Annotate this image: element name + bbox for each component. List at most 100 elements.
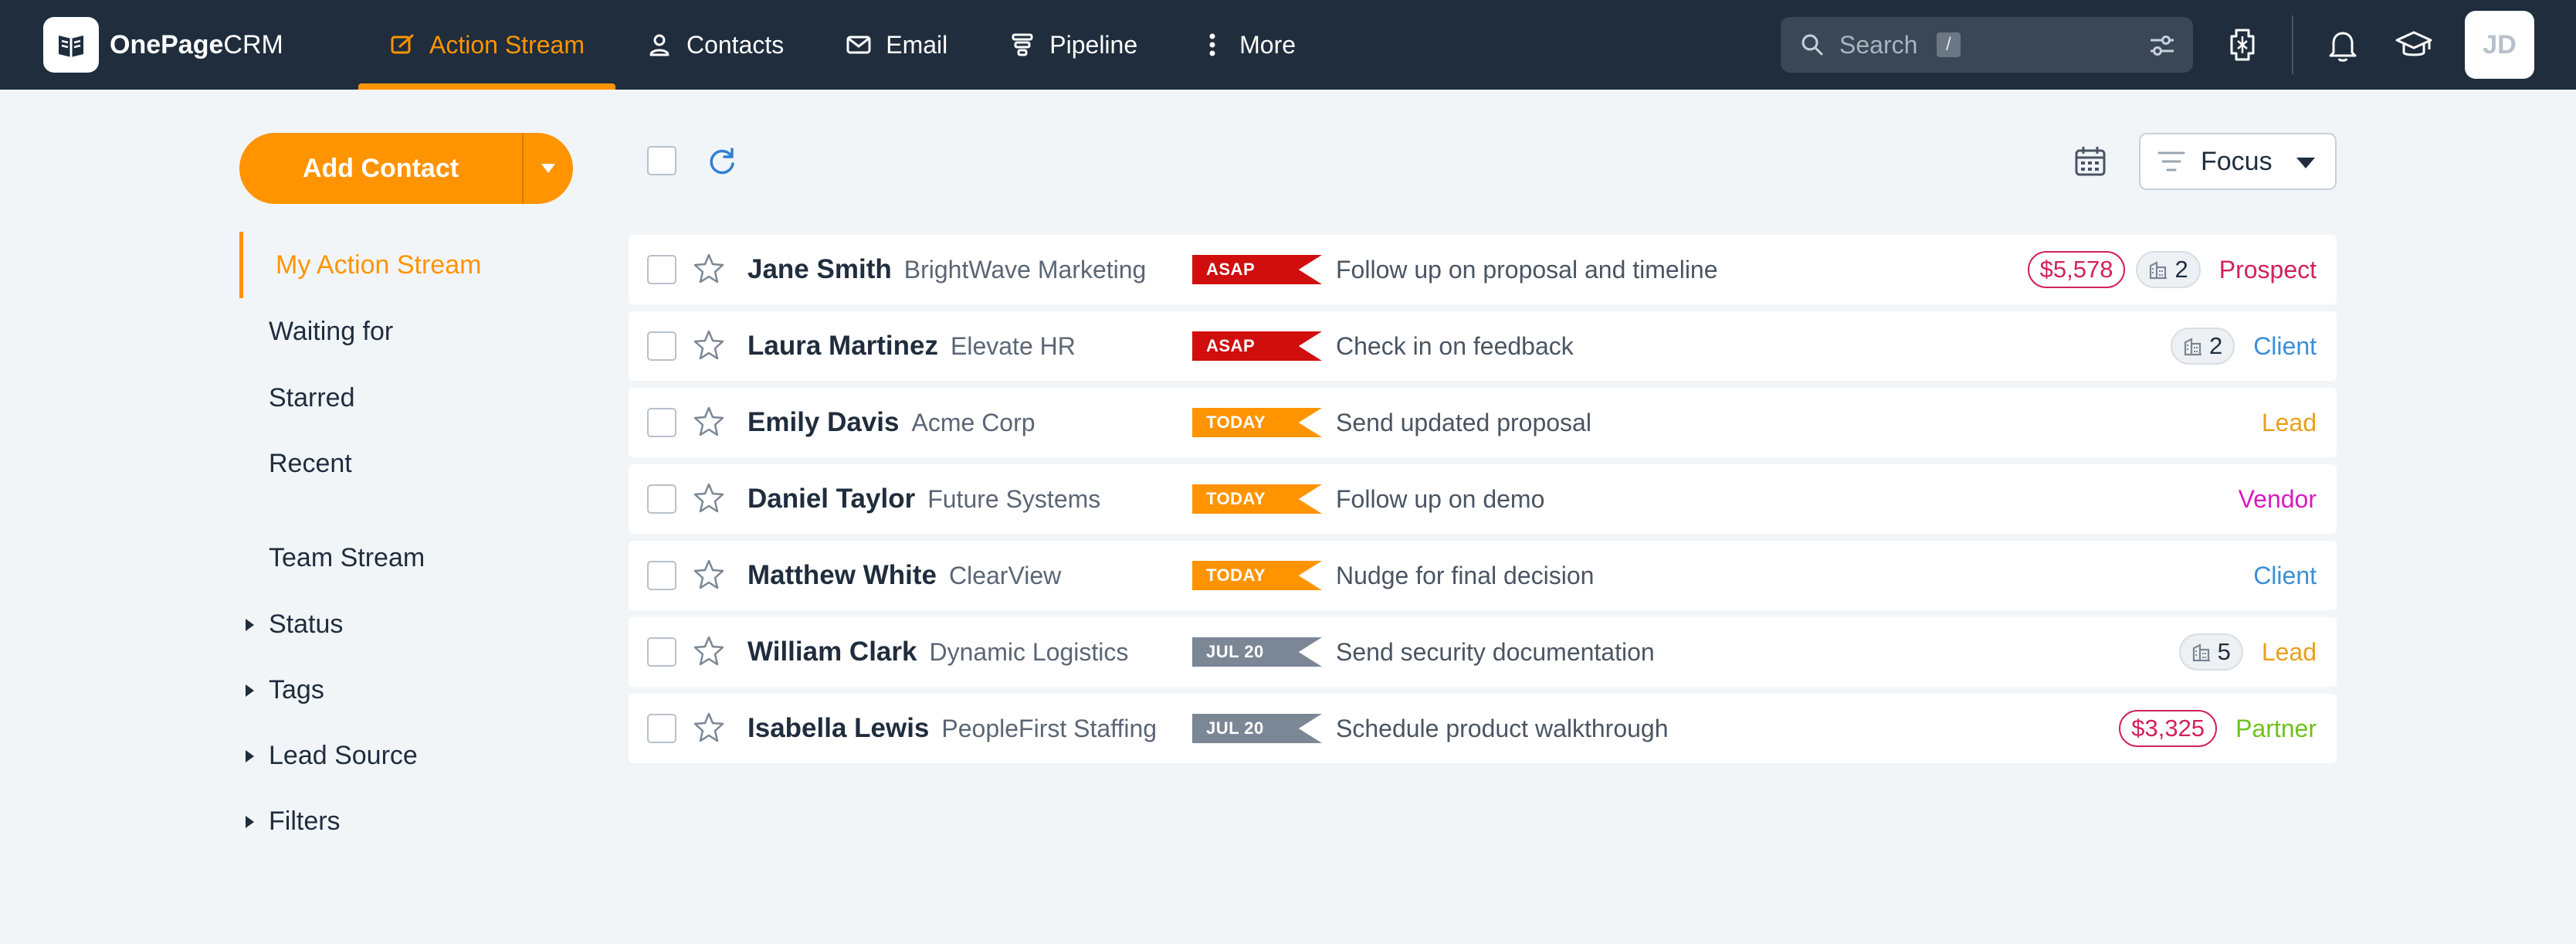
row-checkbox[interactable] xyxy=(647,255,676,284)
user-avatar[interactable]: JD xyxy=(2465,11,2534,79)
nav-pipeline[interactable]: Pipeline xyxy=(978,0,1168,90)
nav-action-stream[interactable]: Action Stream xyxy=(358,0,615,90)
star-icon[interactable] xyxy=(692,634,726,668)
row-checkbox[interactable] xyxy=(647,408,676,437)
table-row[interactable]: Emily Davis Acme Corp TODAY Send updated… xyxy=(629,388,2337,457)
table-row[interactable]: Isabella Lewis PeopleFirst Staffing JUL … xyxy=(629,694,2337,763)
deal-amount-badge[interactable]: $5,578 xyxy=(2027,251,2126,288)
star-icon[interactable] xyxy=(692,558,726,592)
star-icon[interactable] xyxy=(692,328,726,362)
table-row[interactable]: Jane Smith BrightWave Marketing ASAP Fol… xyxy=(629,235,2337,304)
next-action-text[interactable]: Nudge for final decision xyxy=(1336,541,1594,610)
contact-info: Matthew White ClearView xyxy=(747,541,1061,610)
count-value: 2 xyxy=(2208,332,2223,359)
sidebar-item-starred[interactable]: Starred xyxy=(239,365,564,431)
refresh-icon[interactable] xyxy=(704,144,740,179)
select-all-checkbox[interactable] xyxy=(647,146,676,175)
focus-label: Focus xyxy=(2201,146,2273,176)
next-action-text[interactable]: Follow up on demo xyxy=(1336,464,1544,534)
sidebar-item-waiting-for[interactable]: Waiting for xyxy=(239,298,564,365)
table-row[interactable]: William Clark Dynamic Logistics JUL 20 S… xyxy=(629,617,2337,687)
filter-lines-icon xyxy=(2157,151,2185,171)
company-name: Elevate HR xyxy=(951,331,1076,360)
expand-triangle-icon xyxy=(246,816,254,828)
contact-name[interactable]: Jane Smith xyxy=(747,254,892,285)
nav-email[interactable]: Email xyxy=(815,0,978,90)
topbar-divider xyxy=(2292,15,2293,74)
kebab-icon xyxy=(1199,32,1225,58)
add-contact-dropdown-button[interactable] xyxy=(524,133,573,204)
focus-sort-dropdown[interactable]: Focus xyxy=(2139,133,2337,190)
nav-label: Action Stream xyxy=(429,30,585,59)
integrations-icon[interactable] xyxy=(2216,19,2269,71)
contact-name[interactable]: Daniel Taylor xyxy=(747,484,915,514)
table-row[interactable]: Laura Martinez Elevate HR ASAP Check in … xyxy=(629,311,2337,381)
due-badge: TODAY xyxy=(1192,561,1322,590)
contact-name[interactable]: Emily Davis xyxy=(747,407,900,438)
row-checkbox[interactable] xyxy=(647,561,676,590)
deals-count-badge[interactable]: 5 xyxy=(2178,633,2243,671)
contact-name[interactable]: Laura Martinez xyxy=(747,331,938,362)
contact-name[interactable]: Isabella Lewis xyxy=(747,713,929,744)
star-icon[interactable] xyxy=(692,252,726,286)
contact-info: Jane Smith BrightWave Marketing xyxy=(747,235,1146,304)
star-icon[interactable] xyxy=(692,405,726,439)
status-label: Lead xyxy=(2261,637,2317,666)
company-name: Acme Corp xyxy=(911,408,1035,436)
sidebar-item-status[interactable]: Status xyxy=(239,591,564,657)
logo[interactable]: OnePageCRM xyxy=(43,17,283,73)
deal-amount-badge[interactable]: $3,325 xyxy=(2119,710,2218,747)
deals-count-badge[interactable]: 2 xyxy=(2136,251,2201,288)
table-row[interactable]: Daniel Taylor Future Systems TODAY Follo… xyxy=(629,464,2337,534)
due-badge: TODAY xyxy=(1192,408,1322,437)
nav-label: Contacts xyxy=(686,30,785,59)
funnel-icon xyxy=(1009,32,1035,58)
nav-more[interactable]: More xyxy=(1168,0,1327,90)
search-box[interactable]: / xyxy=(1781,17,2193,73)
nav-label: Pipeline xyxy=(1049,30,1138,59)
next-action-text[interactable]: Follow up on proposal and timeline xyxy=(1336,235,1718,304)
row-meta: Client xyxy=(2246,541,2317,610)
sidebar-item-label: Tags xyxy=(269,674,324,705)
row-checkbox[interactable] xyxy=(647,637,676,667)
next-action-text[interactable]: Send updated proposal xyxy=(1336,388,1591,457)
search-input[interactable] xyxy=(1839,30,1932,59)
expand-triangle-icon xyxy=(246,750,254,762)
person-icon xyxy=(646,32,673,58)
row-checkbox[interactable] xyxy=(647,484,676,514)
row-checkbox[interactable] xyxy=(647,331,676,361)
status-label: Vendor xyxy=(2238,484,2317,513)
nav-contacts[interactable]: Contacts xyxy=(615,0,815,90)
next-action-text[interactable]: Send security documentation xyxy=(1336,617,1655,687)
bell-icon[interactable] xyxy=(2317,19,2369,71)
sidebar-item-filters[interactable]: Filters xyxy=(239,788,564,854)
count-value: 5 xyxy=(2217,638,2231,665)
table-row[interactable]: Matthew White ClearView TODAY Nudge for … xyxy=(629,541,2337,610)
next-action-text[interactable]: Schedule product walkthrough xyxy=(1336,694,1669,763)
contact-name[interactable]: Matthew White xyxy=(747,560,937,591)
sidebar-item-recent[interactable]: Recent xyxy=(239,430,564,497)
star-icon[interactable] xyxy=(692,711,726,745)
sidebar-item-team-stream[interactable]: Team Stream xyxy=(239,525,564,591)
action-stream-icon xyxy=(389,32,415,58)
search-filters-icon[interactable] xyxy=(2148,32,2176,59)
sidebar-item-tags[interactable]: Tags xyxy=(239,657,564,723)
sidebar-item-my-action-stream[interactable]: My Action Stream xyxy=(239,232,564,298)
star-icon[interactable] xyxy=(692,481,726,515)
due-badge: ASAP xyxy=(1192,331,1322,361)
caret-down-icon xyxy=(2296,158,2315,168)
row-checkbox[interactable] xyxy=(647,714,676,743)
contact-name[interactable]: William Clark xyxy=(747,637,917,667)
row-meta: $3,325 Partner xyxy=(2119,694,2317,763)
building-icon xyxy=(2192,643,2210,662)
due-badge: JUL 20 xyxy=(1192,637,1322,667)
sidebar-item-lead-source[interactable]: Lead Source xyxy=(239,722,564,789)
company-name: PeopleFirst Staffing xyxy=(941,714,1158,742)
add-contact-button[interactable]: Add Contact xyxy=(239,133,522,204)
deals-count-badge[interactable]: 2 xyxy=(2170,328,2235,365)
building-icon xyxy=(2184,338,2201,356)
sidebar-item-label: Team Stream xyxy=(269,542,425,572)
calendar-icon[interactable] xyxy=(2073,144,2108,179)
next-action-text[interactable]: Check in on feedback xyxy=(1336,311,1574,381)
graduation-cap-icon[interactable] xyxy=(2388,19,2440,71)
